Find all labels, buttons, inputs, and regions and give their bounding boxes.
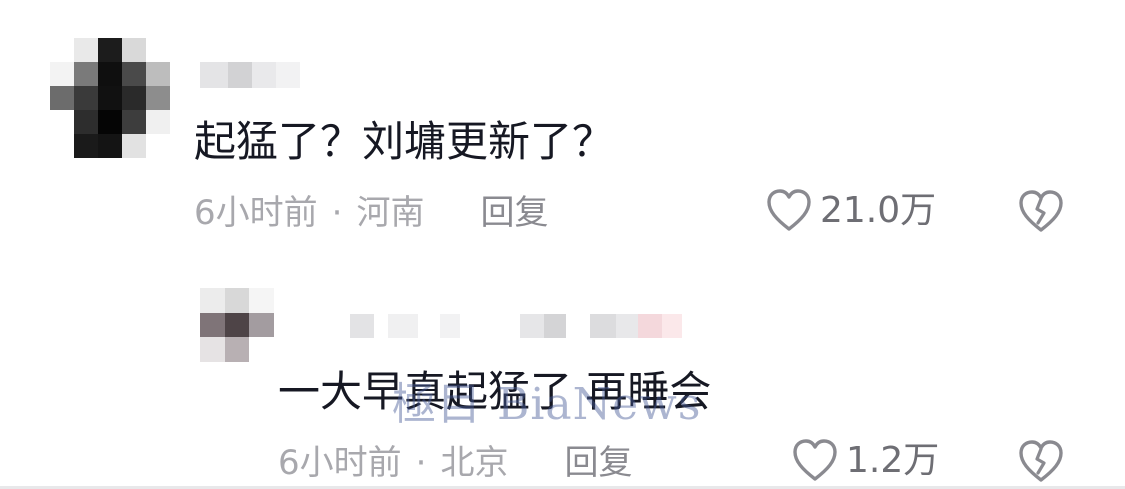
comment-2: 一大早真起猛了 再睡会 6小时前 · 北京 回复 1.2万: [0, 250, 1125, 489]
username-blurred[interactable]: [200, 62, 300, 88]
reply-button[interactable]: 回复: [480, 190, 548, 236]
like-button[interactable]: 21.0万: [766, 188, 936, 234]
comment-meta: 6小时前 · 北京 回复: [278, 440, 632, 486]
location: 河南: [356, 193, 425, 233]
location: 北京: [440, 443, 509, 483]
username-blurred[interactable]: [350, 314, 750, 338]
comment-meta: 6小时前 · 河南 回复: [194, 190, 548, 236]
dislike-button[interactable]: [1018, 440, 1064, 488]
broken-heart-icon: [1018, 190, 1064, 238]
timestamp: 6小时前: [278, 443, 402, 483]
like-count: 21.0万: [820, 190, 937, 231]
separator-dot: ·: [415, 443, 427, 483]
like-count: 1.2万: [846, 440, 940, 481]
comment-text: 起猛了？刘墉更新了？: [194, 117, 615, 166]
timestamp: 6小时前: [194, 193, 318, 233]
comment-1: 起猛了？刘墉更新了？ 6小时前 · 河南 回复 21.0万: [0, 0, 1125, 250]
dislike-button[interactable]: [1018, 190, 1064, 238]
comment-text: 一大早真起猛了 再睡会: [278, 367, 712, 416]
avatar[interactable]: [50, 38, 170, 158]
reply-button[interactable]: 回复: [564, 440, 632, 486]
separator-dot: ·: [331, 193, 343, 233]
avatar[interactable]: [200, 288, 274, 362]
heart-outline-icon: [792, 439, 838, 483]
like-button[interactable]: 1.2万: [792, 438, 939, 484]
heart-outline-icon: [766, 189, 812, 233]
